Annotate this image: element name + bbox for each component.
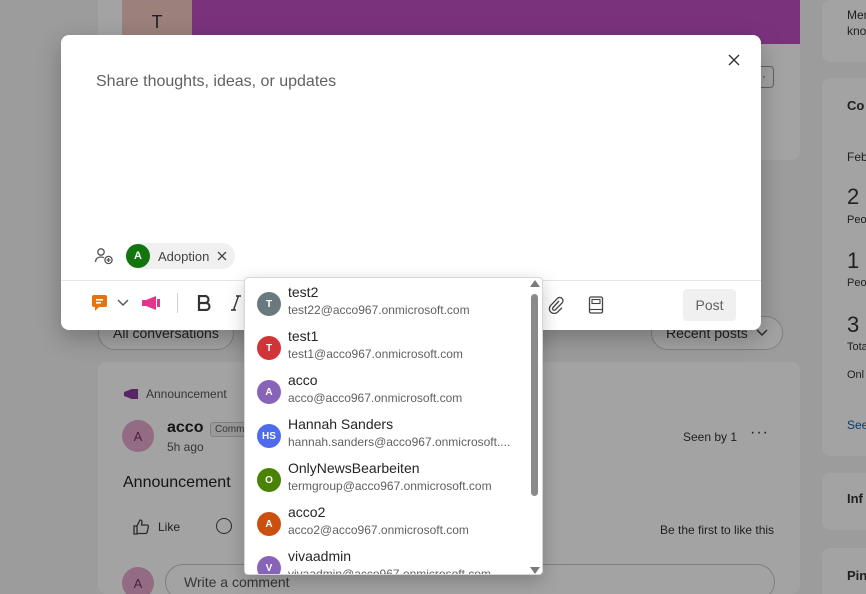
- avatar: A: [257, 380, 281, 404]
- mention-option[interactable]: Aacco acco@acco967.onmicrosoft.com: [245, 369, 531, 413]
- italic-icon: [231, 295, 241, 311]
- close-icon: [728, 54, 740, 66]
- mention-email: hannah.sanders@acco967.onmicrosoft....: [288, 435, 511, 449]
- notebook-button[interactable]: [584, 293, 608, 317]
- megaphone-icon: [142, 296, 160, 310]
- mention-name: Hannah Sanders: [288, 416, 394, 432]
- bold-icon: [197, 295, 211, 311]
- avatar: A: [257, 512, 281, 536]
- mention-name: test1: [288, 328, 319, 344]
- notebook-icon: [588, 296, 604, 314]
- mention-email: vivaadmin@acco967.onmicrosoft.com: [288, 567, 491, 575]
- mention-name: acco2: [288, 504, 326, 520]
- mention-option[interactable]: Ttest2 test22@acco967.onmicrosoft.com: [245, 281, 531, 325]
- scrollbar-thumb[interactable]: [531, 294, 538, 496]
- mention-name: vivaadmin: [288, 548, 352, 564]
- mention-suggestions[interactable]: Vvivaadmin vivaadmin@acco967.onmicrosoft.…: [244, 277, 543, 575]
- paperclip-icon: [548, 296, 564, 314]
- mention-option[interactable]: Vvivaadmin vivaadmin@acco967.onmicrosoft.…: [245, 545, 531, 575]
- toolbar-divider: [177, 293, 178, 313]
- avatar: T: [257, 336, 281, 360]
- avatar: T: [257, 292, 281, 316]
- mention-name: test2: [288, 284, 319, 300]
- mention-option[interactable]: HS Hannah Sanders hannah.sanders@acco967.o…: [245, 413, 531, 457]
- mention-name: OnlyNewsBearbeiten: [288, 460, 420, 476]
- audience-row: A Adoption: [92, 243, 236, 269]
- mention-option[interactable]: Aacco2 acco2@acco967.onmicrosoft.com: [245, 501, 531, 545]
- post-button[interactable]: Post: [683, 289, 736, 321]
- scroll-down-icon[interactable]: [530, 567, 540, 574]
- mention-email: test22@acco967.onmicrosoft.com: [288, 303, 470, 317]
- praise-button[interactable]: [89, 291, 113, 315]
- mention-email: test1@acco967.onmicrosoft.com: [288, 347, 463, 361]
- close-button[interactable]: [723, 49, 745, 71]
- composer-toolbar: [89, 291, 248, 315]
- scroll-up-icon[interactable]: [530, 280, 540, 287]
- mention-email: acco2@acco967.onmicrosoft.com: [288, 523, 469, 537]
- avatar: V: [257, 556, 281, 574]
- mention-email: acco@acco967.onmicrosoft.com: [288, 391, 463, 405]
- post-type-dropdown[interactable]: [113, 291, 133, 315]
- close-icon[interactable]: [217, 251, 227, 261]
- avatar: HS: [257, 424, 281, 448]
- mention-email: termgroup@acco967.onmicrosoft.com: [288, 479, 492, 493]
- composer-input[interactable]: Share thoughts, ideas, or updates: [96, 73, 336, 91]
- praise-icon: [92, 295, 107, 311]
- community-avatar: A: [126, 244, 150, 268]
- bold-button[interactable]: [192, 291, 216, 315]
- mention-name: acco: [288, 372, 318, 388]
- chevron-down-icon: [117, 299, 129, 306]
- avatar: O: [257, 468, 281, 492]
- community-chip-label: Adoption: [158, 248, 210, 264]
- mention-option[interactable]: O OnlyNewsBearbeiten termgroup@acco967.onm…: [245, 457, 531, 501]
- add-people-button[interactable]: [92, 244, 116, 268]
- add-people-icon: [94, 248, 113, 265]
- announcement-button[interactable]: [139, 291, 163, 315]
- attach-button[interactable]: [544, 293, 568, 317]
- mention-option[interactable]: Ttest1 test1@acco967.onmicrosoft.com: [245, 325, 531, 369]
- composer-extra-tools: [544, 293, 608, 317]
- scrollbar[interactable]: [530, 280, 540, 574]
- community-chip[interactable]: A Adoption: [126, 243, 236, 269]
